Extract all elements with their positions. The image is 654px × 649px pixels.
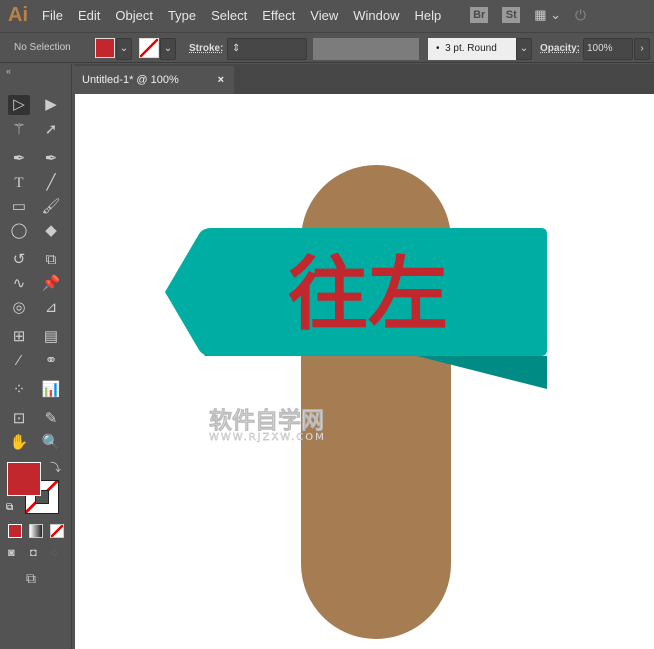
pen-tool-icon[interactable]: ✒ — [8, 149, 30, 169]
lasso-tool-icon[interactable]: ➚ — [40, 120, 62, 140]
symbol-sprayer-tool-icon[interactable]: ⁘ — [8, 380, 30, 400]
stroke-label[interactable]: Stroke: — [189, 43, 223, 54]
fill-swatch[interactable] — [95, 38, 115, 58]
blend-tool-icon[interactable]: ⚭ — [40, 351, 62, 371]
menu-type[interactable]: Type — [168, 8, 196, 23]
sign-text[interactable]: 往左 — [288, 248, 448, 341]
menu-effect[interactable]: Effect — [262, 8, 295, 23]
draw-inside-icon[interactable]: ◌ — [51, 547, 58, 559]
rotate-tool-icon[interactable]: ↺ — [8, 250, 30, 270]
menu-bar: Ai File Edit Object Type Select Effect V… — [0, 0, 654, 30]
stroke-weight-stepper[interactable]: ⇕ — [227, 38, 307, 60]
workspace-icon[interactable]: ▦ ⌄ — [534, 7, 561, 23]
app-logo: Ai — [8, 3, 28, 26]
curvature-tool-icon[interactable]: ✒ — [40, 149, 62, 169]
brush-dropdown[interactable]: ⌄ — [516, 38, 532, 60]
fill-color-box[interactable] — [7, 462, 41, 496]
type-tool-icon[interactable]: T — [8, 173, 30, 193]
watermark-url: WWW.RJZXW.COM — [209, 432, 326, 443]
hand-tool-icon[interactable]: ✋ — [8, 433, 30, 453]
screen-mode-icon[interactable]: ⧉ — [26, 570, 36, 587]
collapse-panel-icon[interactable]: « — [6, 66, 11, 76]
scale-tool-icon[interactable]: ⧉ — [40, 250, 62, 270]
menu-object[interactable]: Object — [115, 8, 153, 23]
direct-selection-tool-icon[interactable]: ▶ — [40, 95, 62, 115]
none-mode-icon[interactable] — [50, 524, 64, 538]
default-colors-icon[interactable]: ⧉ — [6, 502, 13, 513]
slice-tool-icon[interactable]: ✎ — [40, 409, 62, 429]
fill-dropdown[interactable]: ⌄ — [116, 38, 132, 60]
watermark-text: 软件自学网 — [209, 407, 324, 434]
brush-label: 3 pt. Round — [445, 43, 497, 54]
menu-window[interactable]: Window — [353, 8, 399, 23]
stroke-swatch[interactable] — [139, 38, 159, 58]
close-tab-icon[interactable]: × — [218, 66, 224, 94]
tools-panel: « ▷ ▶ ⚚ ➚ ✒ ✒ T ╱ ▭ 🖌 ◯ ◆ ↺ ⧉ ∿ 📌 ◎ ⊿ ⊞ … — [0, 64, 72, 649]
menu-file[interactable]: File — [42, 8, 63, 23]
menu-select[interactable]: Select — [211, 8, 247, 23]
document-tab-bar: Untitled-1* @ 100% (RGB/Preview)× — [74, 64, 654, 114]
color-mode-icon[interactable] — [8, 524, 22, 538]
stock-button[interactable]: St — [502, 7, 521, 23]
menu-edit[interactable]: Edit — [78, 8, 100, 23]
line-tool-icon[interactable]: ╱ — [40, 173, 62, 193]
draw-normal-icon[interactable]: ◙ — [8, 547, 15, 559]
warp-tool-icon[interactable]: ∿ — [8, 274, 30, 294]
opacity-input[interactable]: 100% — [583, 38, 633, 60]
zoom-tool-icon[interactable]: 🔍 — [40, 433, 62, 453]
shaper-tool-icon[interactable]: ◯ — [8, 221, 30, 241]
selection-tool-icon[interactable]: ▷ — [8, 95, 30, 115]
artwork: 往左 软件自学网 WWW.RJZXW.COM — [165, 165, 547, 639]
brush-definition[interactable]: • 3 pt. Round — [428, 38, 516, 60]
swap-colors-icon[interactable]: ⤵ — [50, 459, 61, 475]
gradient-mode-icon[interactable] — [29, 524, 43, 538]
mesh-tool-icon[interactable]: ⊞ — [8, 327, 30, 347]
gradient-tool-icon[interactable]: ▤ — [40, 327, 62, 347]
menu-view[interactable]: View — [310, 8, 338, 23]
stroke-dropdown[interactable]: ⌄ — [160, 38, 176, 60]
opacity-label[interactable]: Opacity: — [540, 43, 580, 54]
document-tab[interactable]: Untitled-1* @ 100% (RGB/Preview)× — [74, 66, 234, 114]
selection-label: No Selection — [14, 42, 71, 53]
menu-help[interactable]: Help — [414, 8, 441, 23]
rectangle-tool-icon[interactable]: ▭ — [8, 197, 30, 217]
paintbrush-tool-icon[interactable]: 🖌 — [40, 197, 62, 217]
draw-behind-icon[interactable]: ◘ — [30, 547, 37, 559]
perspective-grid-tool-icon[interactable]: ⊿ — [40, 298, 62, 318]
eraser-tool-icon[interactable]: ◆ — [40, 221, 62, 241]
sync-icon[interactable]: ⏻ — [575, 7, 586, 24]
variable-width-profile[interactable] — [313, 38, 419, 60]
shape-builder-tool-icon[interactable]: ◎ — [8, 298, 30, 318]
magic-wand-tool-icon[interactable]: ⚚ — [8, 120, 30, 140]
bridge-button[interactable]: Br — [470, 7, 489, 23]
artboard-tool-icon[interactable]: ⊡ — [8, 409, 30, 429]
puppet-warp-tool-icon[interactable]: 📌 — [40, 274, 62, 294]
eyedropper-tool-icon[interactable]: ⁄ — [8, 351, 30, 371]
opacity-arrow[interactable]: › — [634, 38, 650, 60]
artboard-canvas[interactable]: 往左 软件自学网 WWW.RJZXW.COM — [75, 94, 654, 649]
control-bar: No Selection ⌄ ⌄ Stroke: ⇕ • 3 pt. Round… — [0, 32, 654, 63]
column-graph-tool-icon[interactable]: 📊 — [40, 380, 62, 400]
